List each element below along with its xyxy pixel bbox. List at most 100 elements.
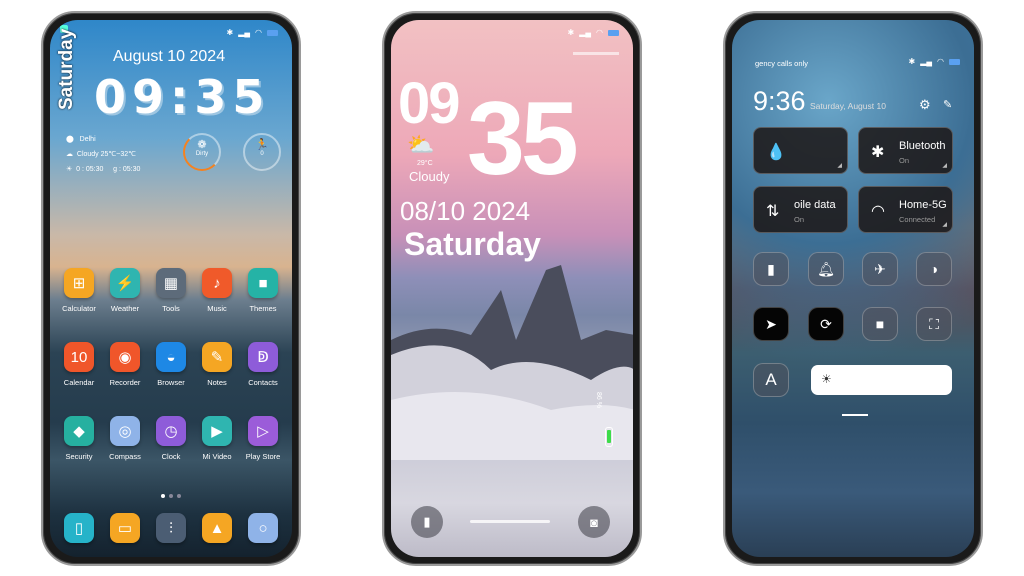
app-label: Music [207,304,227,313]
bluetooth-icon: ✱ [871,144,885,161]
app-icon: ◒ [156,342,186,372]
camera-icon: ○ [248,513,278,543]
weather-text: Cloudy 25℃~32℃ [76,151,137,158]
dock-messages[interactable]: ▭ [102,513,148,543]
carrier-text: gency calls only [755,59,808,68]
app-contacts[interactable]: ↁ Contacts [240,342,286,387]
font-size-button[interactable]: A [753,363,789,397]
app-label: Tools [162,304,180,313]
app-calendar[interactable]: 10 Calendar [56,342,102,387]
app-recorder[interactable]: ◉ Recorder [102,342,148,387]
app-mi-video[interactable]: ▶ Mi Video [194,416,240,461]
close-handle[interactable] [842,414,868,416]
lock-day: Saturday [404,226,541,262]
lock-battery-icon [605,427,613,447]
tile-data-usage[interactable]: 💧 ◢ [753,127,848,174]
air-icon: ❁ [197,139,207,151]
tile-wifi[interactable]: ◠ Home-5G Connected ◢ [858,186,953,233]
signal-icon: ▂▄ [579,28,592,37]
dock-phone[interactable]: ▯ [56,513,102,543]
steps-ring[interactable]: 🏃 0 [243,133,281,171]
app-label: Play Store [245,452,281,461]
phone-control-center: gency calls only ✱ ▂▄ ◠ 9:36 Saturday, Aug… [723,11,983,566]
brightness-fill [811,365,952,395]
battery-icon [949,58,960,65]
wifi-icon: ◠ [255,28,262,37]
app-themes[interactable]: ■ Themes [240,268,286,313]
running-icon: 🏃 [255,139,269,151]
app-icon: ⊞ [64,268,94,298]
sunset-text: g : 05:30 [113,166,141,173]
phone-home-screen: ✱ ▂▄ ◠ August 10 2024 Saturday 09:35 ⬤ Del… [41,11,301,566]
location-arrow-icon: ➤ [765,315,777,332]
flashlight-button[interactable]: ▮ [411,506,443,538]
app-icon: ▦ [156,268,186,298]
water-drop-icon: 💧 [766,144,786,161]
dock-settings[interactable]: ⫶ [148,513,194,543]
bell-icon: 🔔︎ [817,260,835,277]
unlock-handle[interactable] [470,520,550,523]
location-pin-icon: ⬤ [66,136,76,143]
tile-mobile-data[interactable]: ⇅ oile data On [753,186,848,233]
camera-button[interactable]: ◙ [578,506,610,538]
wifi-icon: ◠ [871,203,885,220]
air-quality-ring[interactable]: ❁ Dirty [183,133,221,171]
tile-bluetooth[interactable]: ✱ Bluetooth On ◢ [858,127,953,174]
tile-title: Home-5G [899,199,947,211]
app-icon: ▶ [202,416,232,446]
flashlight-toggle[interactable]: ▮ [753,252,789,286]
battery-icon [267,29,278,36]
app-clock[interactable]: ◷ Clock [148,416,194,461]
location-text: Delhi [79,136,96,143]
app-icon: ◉ [110,342,140,372]
app-security[interactable]: ◆ Security [56,416,102,461]
airplane-toggle[interactable]: ✈ [862,252,898,286]
tile-status: Connected [899,215,936,224]
dark-mode-toggle[interactable]: ◑ [916,252,952,286]
mountain-wallpaper [391,265,633,460]
tile-title: oile data [794,199,836,211]
cc-time: 9:36 [753,86,806,116]
partly-cloudy-icon: ⛅ [407,132,435,157]
app-calculator[interactable]: ⊞ Calculator [56,268,102,313]
bluetooth-icon: ✱ [908,57,916,66]
status-bar: ✱ ▂▄ ◠ [908,57,960,66]
sunrise-icon: ☀ [66,166,73,173]
dock-gallery[interactable]: ▲ [194,513,240,543]
dock-camera[interactable]: ○ [240,513,286,543]
app-icon: ♪ [202,268,232,298]
app-play-store[interactable]: ▷ Play Store [240,416,286,461]
app-label: Browser [157,378,185,387]
app-icon: ▷ [248,416,278,446]
expand-icon: ◢ [837,163,842,169]
page-indicator[interactable] [161,494,181,498]
gallery-icon: ▲ [202,513,232,543]
app-browser[interactable]: ◒ Browser [148,342,194,387]
screen-record-toggle[interactable]: ■ [862,307,898,341]
app-compass[interactable]: ◎ Compass [102,416,148,461]
brightness-slider[interactable]: ☀ [811,365,952,395]
edit-icon[interactable]: ✎ [943,98,952,111]
rotation-lock-toggle[interactable]: ⟳ [808,307,844,341]
scanner-toggle[interactable]: ⛶ [916,307,952,341]
app-music[interactable]: ♪ Music [194,268,240,313]
settings-icon: ⫶ [156,513,186,543]
app-label: Calendar [63,378,95,387]
video-camera-icon: ■ [875,316,885,332]
settings-gear-icon[interactable]: ⚙ [919,97,931,113]
app-notes[interactable]: ✎ Notes [194,342,240,387]
location-toggle[interactable]: ➤ [753,307,789,341]
app-label: Themes [249,304,277,313]
app-label: Recorder [109,378,141,387]
app-label: Weather [110,304,140,313]
app-weather[interactable]: ⚡ Weather [102,268,148,313]
widget-clock[interactable]: 09:35 [94,70,270,124]
app-icon: ⚡ [110,268,140,298]
widget-date: August 10 2024 [113,48,226,65]
ring-toggle[interactable]: 🔔︎ [808,252,844,286]
sunrise-text: 0 : 05:30 [76,166,104,173]
app-tools[interactable]: ▦ Tools [148,268,194,313]
tile-status: On [899,156,910,165]
wifi-icon: ◠ [937,57,944,66]
app-label: Compass [109,452,141,461]
